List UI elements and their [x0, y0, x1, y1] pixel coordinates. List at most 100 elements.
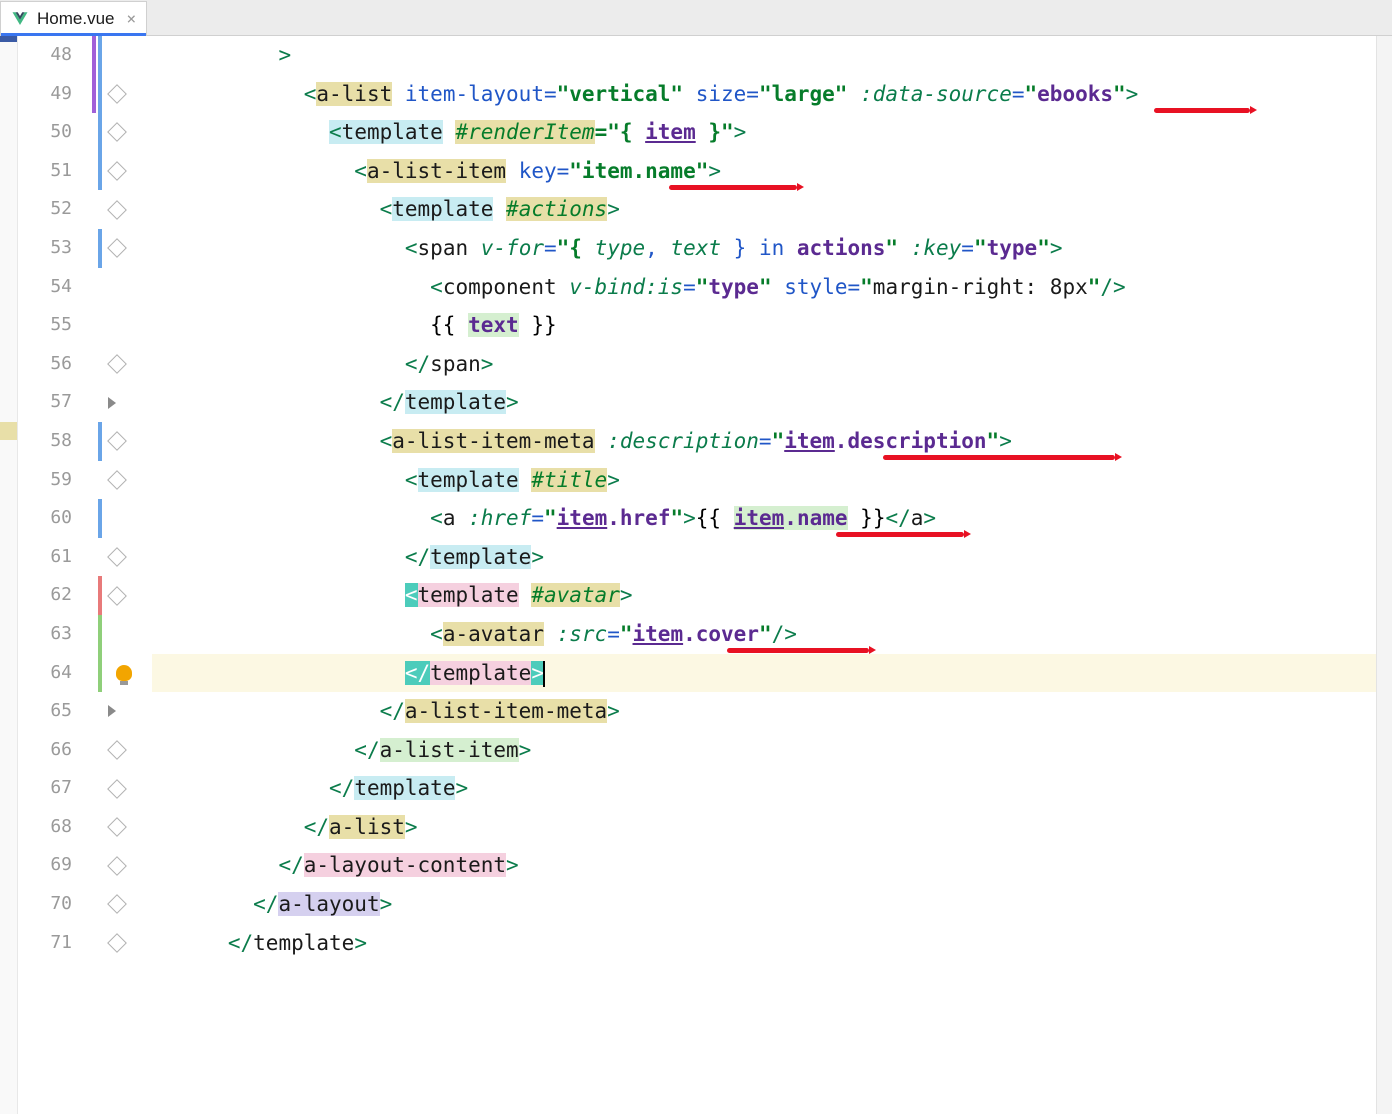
- code-line[interactable]: </a-list-item>: [152, 731, 1392, 770]
- code-line[interactable]: <a-list item-layout="vertical" size="lar…: [152, 75, 1392, 114]
- fold-handle-icon[interactable]: [107, 740, 127, 760]
- fold-handle-icon[interactable]: [107, 200, 127, 220]
- code-line[interactable]: </span>: [152, 345, 1392, 384]
- fold-handle-icon[interactable]: [107, 431, 127, 451]
- code-editor[interactable]: 4849505152535455565758596061626364656667…: [0, 36, 1392, 1114]
- token: [392, 82, 405, 106]
- token: =: [683, 275, 696, 299]
- code-line[interactable]: </template>: [152, 383, 1392, 422]
- fold-handle-icon[interactable]: [107, 470, 127, 490]
- line-number: 65: [18, 692, 72, 731]
- code-area[interactable]: > <a-list item-layout="vertical" size="l…: [146, 36, 1392, 1114]
- token: =: [557, 159, 570, 183]
- code-line[interactable]: </template>: [152, 654, 1392, 693]
- token: </: [278, 853, 303, 877]
- intention-bulb-icon[interactable]: [116, 665, 132, 681]
- token: =: [759, 429, 772, 453]
- token: a: [911, 506, 924, 530]
- code-line[interactable]: </template>: [152, 769, 1392, 808]
- code-line[interactable]: </a-list>: [152, 808, 1392, 847]
- token: [519, 583, 532, 607]
- token: />: [772, 622, 797, 646]
- code-line[interactable]: </a-layout>: [152, 885, 1392, 924]
- code-line[interactable]: </template>: [152, 924, 1392, 963]
- code-line[interactable]: </a-list-item-meta>: [152, 692, 1392, 731]
- fold-handle-icon[interactable]: [107, 817, 127, 837]
- code-line[interactable]: <template #actions>: [152, 190, 1392, 229]
- token: [506, 159, 519, 183]
- line-number: 53: [18, 229, 72, 268]
- token: =: [1012, 82, 1025, 106]
- token: v-for: [481, 236, 544, 260]
- token: template: [430, 661, 531, 685]
- gutter-row: [90, 808, 146, 847]
- token: :href: [468, 506, 531, 530]
- fold-handle-icon[interactable]: [107, 84, 127, 104]
- fold-arrow-icon[interactable]: [108, 397, 116, 409]
- gutter-row: [90, 692, 146, 731]
- token: [493, 197, 506, 221]
- fold-handle-icon[interactable]: [107, 933, 127, 953]
- token: </: [885, 506, 910, 530]
- token: :description: [607, 429, 759, 453]
- fold-handle-icon[interactable]: [107, 856, 127, 876]
- token: #actions: [506, 197, 607, 221]
- token: <: [430, 275, 443, 299]
- token: a-layout-content: [304, 853, 506, 877]
- code-line[interactable]: >: [152, 36, 1392, 75]
- vertical-scrollbar[interactable]: [1376, 36, 1392, 1114]
- token: [519, 468, 532, 492]
- token: "large": [759, 82, 848, 106]
- token: >: [519, 738, 532, 762]
- file-tab[interactable]: Home.vue ×: [0, 1, 147, 35]
- token: size: [696, 82, 747, 106]
- fold-handle-icon[interactable]: [107, 354, 127, 374]
- code-line[interactable]: </template>: [152, 538, 1392, 577]
- token: <: [405, 236, 418, 260]
- token: =: [746, 82, 759, 106]
- token: a-list-item-meta: [405, 699, 607, 723]
- fold-handle-icon[interactable]: [107, 547, 127, 567]
- code-line[interactable]: <template #renderItem="{ item }">: [152, 113, 1392, 152]
- code-line[interactable]: </a-layout-content>: [152, 846, 1392, 885]
- code-line[interactable]: <span v-for="{ type, text } in actions" …: [152, 229, 1392, 268]
- token: .: [607, 506, 620, 530]
- code-line[interactable]: <a :href="item.href">{{ item.name }}</a>: [152, 499, 1392, 538]
- code-line[interactable]: <component v-bind:is="type" style="margi…: [152, 268, 1392, 307]
- fold-gutter[interactable]: [90, 36, 146, 1114]
- annotation-underline: [1154, 108, 1250, 113]
- gutter-row: [90, 229, 146, 268]
- token: </: [380, 390, 405, 414]
- code-line[interactable]: <template #title>: [152, 461, 1392, 500]
- token: [544, 622, 557, 646]
- token: ="{: [595, 120, 646, 144]
- token: span: [430, 352, 481, 376]
- gutter-row: [90, 461, 146, 500]
- annotation-underline: [669, 185, 797, 190]
- code-line[interactable]: <a-list-item key="item.name">: [152, 152, 1392, 191]
- gutter-row: [90, 190, 146, 229]
- close-icon[interactable]: ×: [126, 9, 136, 28]
- token: =: [544, 236, 557, 260]
- token: ": [670, 506, 683, 530]
- line-number: 52: [18, 190, 72, 229]
- code-line[interactable]: <a-avatar :src="item.cover"/>: [152, 615, 1392, 654]
- token: >: [354, 931, 367, 955]
- token: />: [1100, 275, 1125, 299]
- fold-handle-icon[interactable]: [107, 779, 127, 799]
- fold-handle-icon[interactable]: [107, 161, 127, 181]
- code-line[interactable]: {{ text }}: [152, 306, 1392, 345]
- fold-handle-icon[interactable]: [107, 123, 127, 143]
- token: [443, 120, 456, 144]
- token: <: [430, 506, 443, 530]
- token: text: [670, 236, 721, 260]
- fold-arrow-icon[interactable]: [108, 705, 116, 717]
- fold-handle-icon[interactable]: [107, 238, 127, 258]
- code-line[interactable]: <a-list-item-meta :description="item.des…: [152, 422, 1392, 461]
- token: "item.name": [569, 159, 708, 183]
- fold-handle-icon[interactable]: [107, 894, 127, 914]
- code-line[interactable]: <template #avatar>: [152, 576, 1392, 615]
- gutter-row: [90, 885, 146, 924]
- fold-handle-icon[interactable]: [107, 586, 127, 606]
- token: [847, 82, 860, 106]
